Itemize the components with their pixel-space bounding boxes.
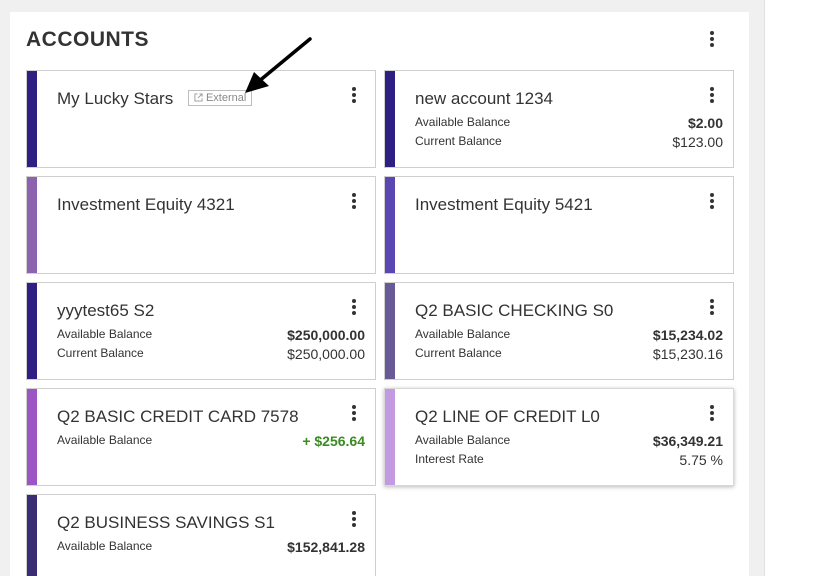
account-name: Q2 LINE OF CREDIT L0 [415, 407, 600, 426]
account-card-q2-basic-checking-s0[interactable]: Q2 BASIC CHECKING S0 Available Balance $… [384, 282, 734, 380]
interest-rate-value: 5.75 % [679, 452, 723, 468]
account-name: Investment Equity 5421 [415, 195, 593, 214]
accounts-panel: ACCOUNTS My Lucky Stars External new acc… [10, 12, 749, 576]
balance-label: Available Balance [415, 327, 511, 341]
balance-row: Available Balance $152,841.28 [57, 539, 365, 557]
card-menu-icon[interactable] [347, 191, 361, 211]
page: ACCOUNTS My Lucky Stars External new acc… [0, 0, 820, 576]
card-menu-icon[interactable] [705, 297, 719, 317]
balance-row: Available Balance $15,234.02 [415, 327, 723, 345]
account-name: Q2 BASIC CHECKING S0 [415, 301, 614, 320]
account-color-bar [385, 389, 395, 485]
balance-row: Current Balance $15,230.16 [415, 346, 723, 364]
account-card-investment-equity-4321[interactable]: Investment Equity 4321 [26, 176, 376, 274]
account-card-q2-line-of-credit-l0[interactable]: Q2 LINE OF CREDIT L0 Available Balance $… [384, 388, 734, 486]
account-color-bar [385, 71, 395, 167]
card-menu-icon[interactable] [705, 403, 719, 423]
balance-row: Current Balance $250,000.00 [57, 346, 365, 364]
annotation-arrow-icon [245, 37, 312, 93]
balance-value: $123.00 [672, 134, 723, 150]
account-color-bar [27, 177, 37, 273]
card-menu-icon[interactable] [347, 509, 361, 529]
card-menu-icon[interactable] [705, 85, 719, 105]
balance-label: Current Balance [57, 346, 144, 360]
balance-row: Available Balance $2.00 [415, 115, 723, 133]
balance-label: Current Balance [415, 346, 502, 360]
account-card-investment-equity-5421[interactable]: Investment Equity 5421 [384, 176, 734, 274]
interest-rate-label: Interest Rate [415, 452, 484, 466]
account-name: new account 1234 [415, 89, 553, 108]
balance-row: Interest Rate 5.75 % [415, 452, 723, 470]
balance-row: Available Balance $36,349.21 [415, 433, 723, 451]
balance-row: Available Balance $250,000.00 [57, 327, 365, 345]
account-color-bar [385, 177, 395, 273]
account-color-bar [27, 495, 37, 576]
account-color-bar [27, 283, 37, 379]
balance-value: $2.00 [687, 115, 723, 131]
balance-label: Available Balance [415, 115, 511, 129]
account-name: Q2 BASIC CREDIT CARD 7578 [57, 407, 299, 426]
account-card-q2-business-savings-s1[interactable]: Q2 BUSINESS SAVINGS S1 Available Balance… [26, 494, 376, 576]
balance-label: Current Balance [415, 134, 502, 148]
external-link-icon [194, 92, 203, 102]
account-color-bar [27, 71, 37, 167]
balance-value: $250,000.00 [287, 327, 365, 343]
account-card-q2-basic-credit-card-7578[interactable]: Q2 BASIC CREDIT CARD 7578 Available Bala… [26, 388, 376, 486]
account-card-new-account-1234[interactable]: new account 1234 Available Balance $2.00… [384, 70, 734, 168]
kebab-menu-icon[interactable] [705, 29, 719, 49]
card-menu-icon[interactable] [347, 297, 361, 317]
card-menu-icon[interactable] [347, 403, 361, 423]
balance-label: Available Balance [57, 327, 153, 341]
balance-value: $15,230.16 [652, 346, 723, 362]
balance-label: Available Balance [57, 433, 153, 447]
card-menu-icon[interactable] [347, 85, 361, 105]
balance-label: Available Balance [57, 539, 153, 553]
balance-row: Current Balance $123.00 [415, 134, 723, 152]
account-card-yyytest65-s2[interactable]: yyytest65 S2 Available Balance $250,000.… [26, 282, 376, 380]
account-name: Investment Equity 4321 [57, 195, 235, 214]
account-color-bar [385, 283, 395, 379]
account-name: My Lucky Stars [57, 89, 174, 108]
account-name: Q2 BUSINESS SAVINGS S1 [57, 513, 275, 532]
right-side-panel [764, 0, 820, 576]
balance-value: $152,841.28 [287, 539, 365, 555]
balance-value: + $256.64 [302, 433, 365, 449]
balance-value: $250,000.00 [287, 346, 365, 362]
balance-row: Available Balance + $256.64 [57, 433, 365, 451]
balance-value: $36,349.21 [652, 433, 723, 449]
balance-label: Available Balance [415, 433, 511, 447]
balance-value: $15,234.02 [652, 327, 723, 343]
panel-title: ACCOUNTS [26, 28, 149, 51]
card-menu-icon[interactable] [705, 191, 719, 211]
account-color-bar [27, 389, 37, 485]
account-name: yyytest65 S2 [57, 301, 155, 320]
